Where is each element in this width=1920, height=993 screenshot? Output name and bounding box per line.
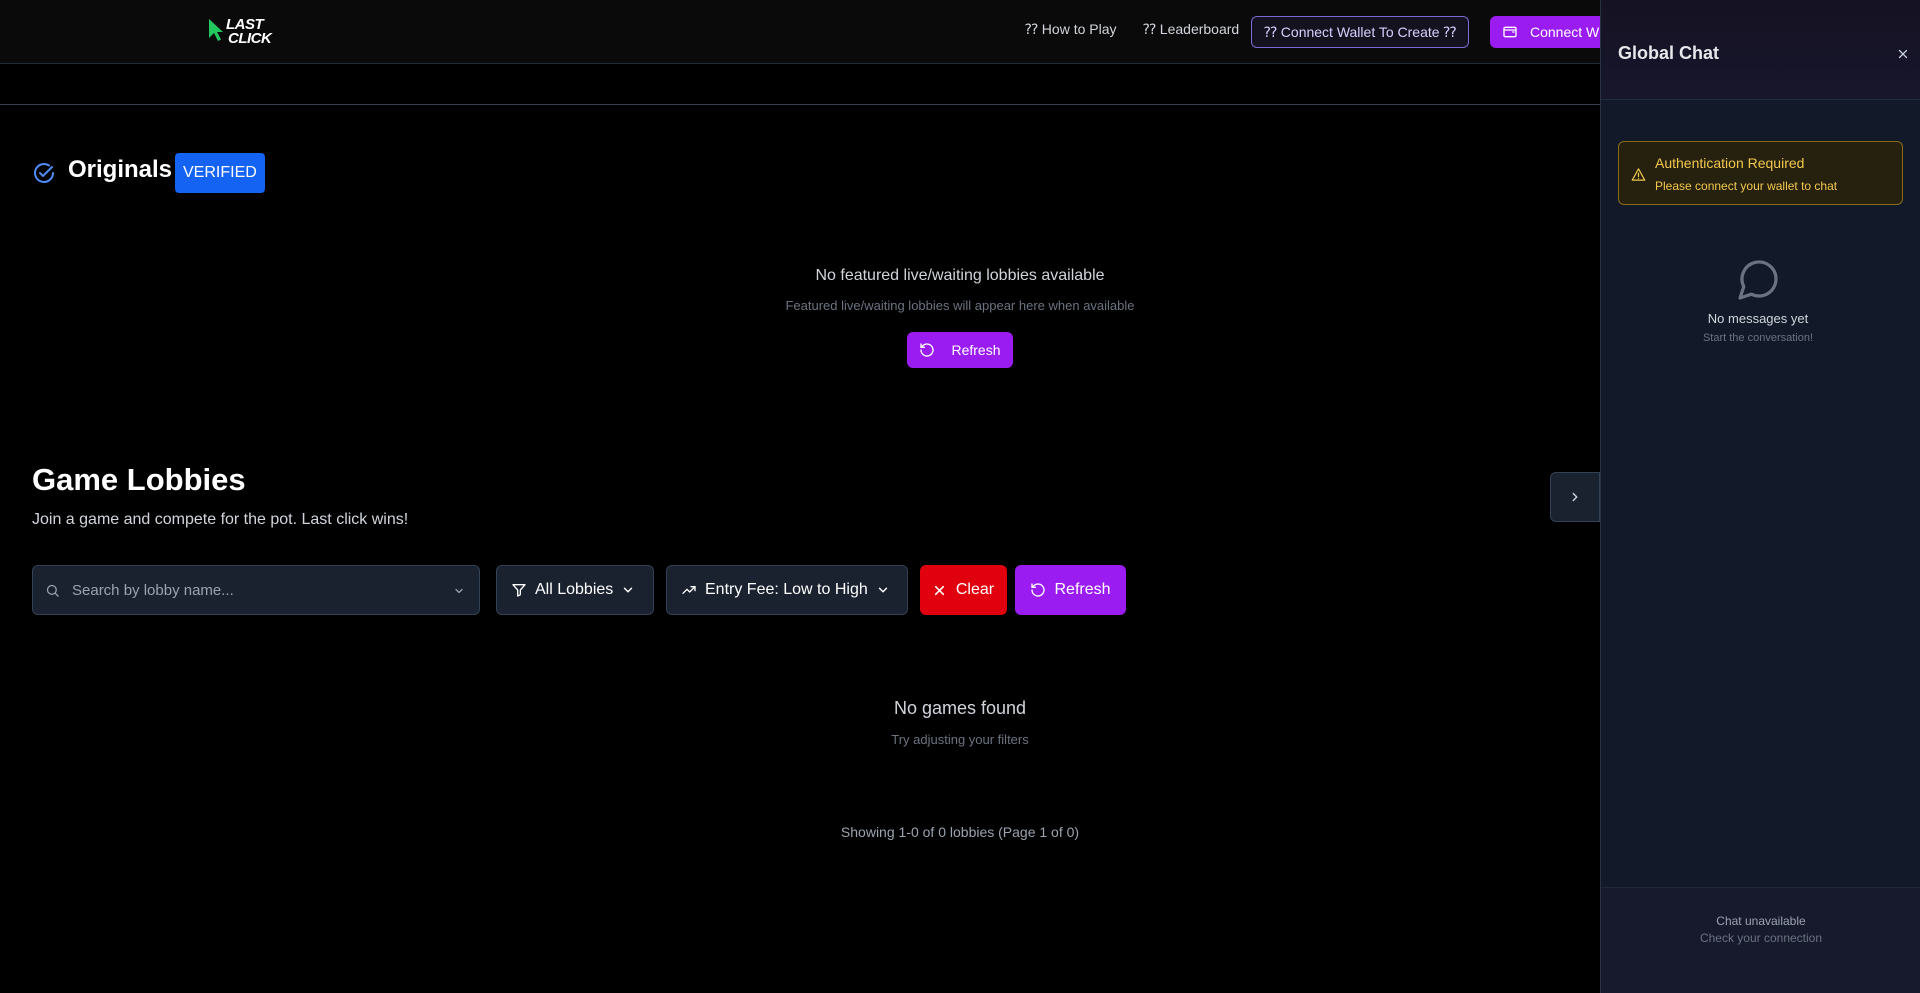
global-chat-panel: Global Chat Authentication Required Plea… [1600, 0, 1920, 993]
chat-connection-hint: Check your connection [1699, 931, 1823, 945]
message-circle-icon [1738, 260, 1778, 300]
auth-message: Please connect your wallet to chat [1655, 179, 1838, 193]
search-container [32, 565, 480, 615]
connect-wallet-label: Connect W [1530, 24, 1600, 40]
trending-up-icon [682, 586, 696, 594]
lobby-filter-label: All Lobbies [535, 581, 614, 598]
warning-icon [1631, 168, 1646, 181]
search-input[interactable] [72, 581, 432, 599]
chat-empty-title: No messages yet [1707, 311, 1809, 326]
chevron-down-icon[interactable] [453, 585, 465, 597]
filter-icon [512, 584, 526, 597]
connect-wallet-to-create-button[interactable]: ⁇ Connect Wallet To Create ⁇ [1251, 16, 1470, 48]
search-icon [46, 584, 59, 597]
clear-label: Clear [955, 581, 995, 598]
lobby-filter-dropdown[interactable]: All Lobbies [496, 565, 654, 615]
clear-filters-button[interactable]: Clear [920, 565, 1007, 615]
originals-title: Originals [68, 156, 173, 183]
chevron-down-icon [624, 587, 633, 593]
chevron-down-icon [878, 587, 887, 593]
nav-leaderboard[interactable]: ⁇ Leaderboard [1143, 21, 1239, 38]
refresh-icon [1031, 583, 1046, 597]
auth-title: Authentication Required [1655, 155, 1805, 171]
game-lobbies-subtitle: Join a game and compete for the pot. Las… [32, 511, 409, 528]
refresh-icon [920, 343, 935, 357]
chat-toggle-button[interactable] [1550, 472, 1600, 522]
lobbies-refresh-label: Refresh [1054, 581, 1111, 598]
chat-header: Global Chat [1601, 0, 1920, 100]
sort-dropdown[interactable]: Entry Fee: Low to High [666, 565, 908, 615]
verified-badge: VERIFIED [175, 153, 265, 193]
logo[interactable]: LAST CLICK [208, 16, 272, 48]
nav-how-to-play[interactable]: ⁇ How to Play [1025, 21, 1117, 38]
lobbies-refresh-button[interactable]: Refresh [1015, 565, 1126, 615]
logo-text: LAST CLICK [224, 17, 272, 47]
chat-empty-subtitle: Start the conversation! [1702, 332, 1814, 344]
x-icon [934, 585, 944, 595]
chevron-right-icon [1572, 492, 1578, 502]
chat-title: Global Chat [1618, 43, 1720, 63]
sub-navbar [0, 64, 1600, 105]
featured-refresh-label: Refresh [951, 342, 1001, 358]
connect-create-label: ⁇ Connect Wallet To Create ⁇ [1264, 23, 1457, 40]
close-icon[interactable] [1897, 48, 1909, 60]
featured-refresh-button[interactable]: Refresh [907, 332, 1013, 368]
wallet-icon [1503, 26, 1517, 38]
logo-line-2: CLICK [228, 30, 272, 47]
cursor-logo-icon [209, 19, 223, 41]
auth-required-alert: Authentication Required Please connect y… [1618, 141, 1903, 205]
check-circle-icon [34, 163, 54, 183]
game-lobbies-title: Game Lobbies [32, 462, 246, 497]
chat-unavailable-text: Chat unavailable [1716, 914, 1806, 928]
sort-label: Entry Fee: Low to High [705, 581, 868, 598]
chat-footer: Chat unavailable Check your connection [1601, 887, 1920, 993]
